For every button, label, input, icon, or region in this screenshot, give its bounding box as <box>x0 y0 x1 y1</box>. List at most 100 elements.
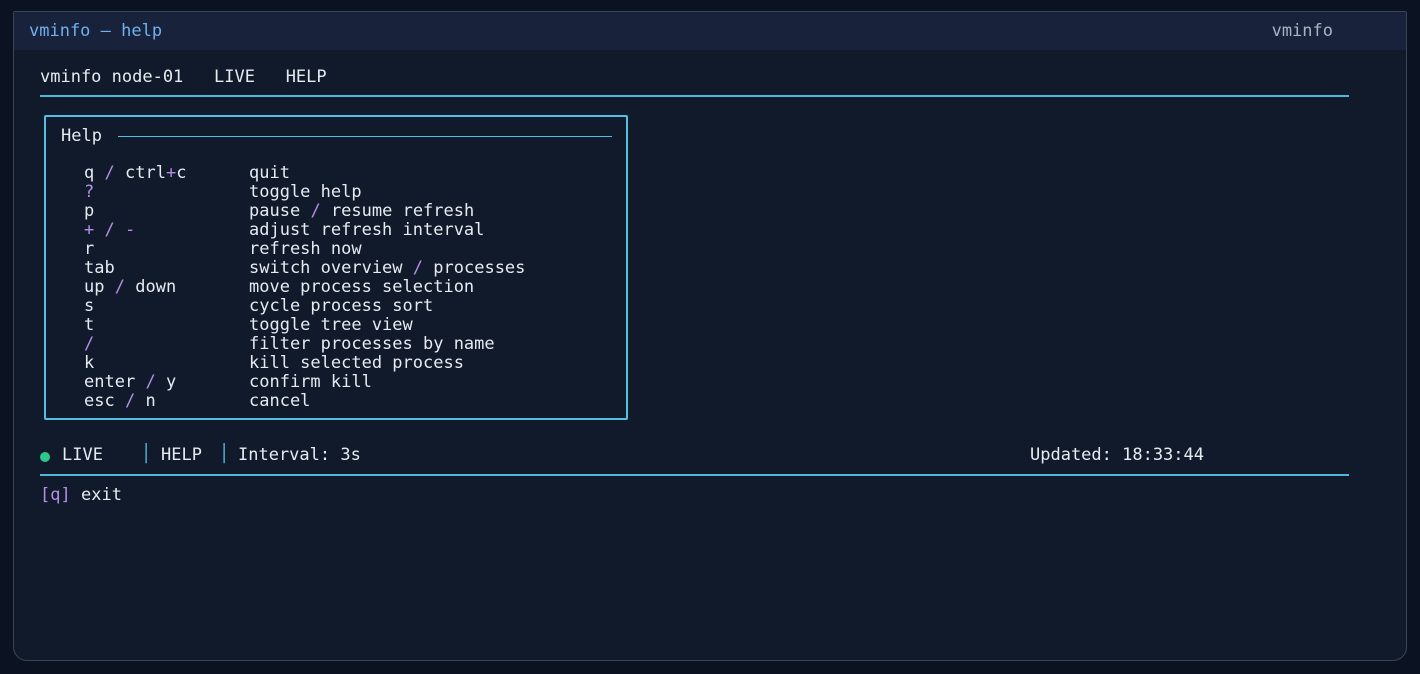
status-updated: Updated: 18:33:44 <box>1030 445 1204 465</box>
help-row: t toggle tree view <box>84 316 525 335</box>
desc-text: refresh now <box>249 239 362 259</box>
key-separator: / <box>104 163 115 183</box>
header-state: LIVE <box>214 67 255 87</box>
help-key: tab <box>84 259 249 278</box>
help-description: cancel <box>249 392 310 411</box>
desc-text: move process selection <box>249 277 475 297</box>
key-token: y <box>165 372 177 392</box>
key-token: r <box>84 239 95 259</box>
key-token: k <box>84 353 95 373</box>
help-row: up / down move process selection <box>84 278 525 297</box>
desc-text: kill selected process <box>249 353 464 373</box>
help-panel: Help q / ctrl+c quit? toggle help p pause / … <box>44 115 628 420</box>
status-divider <box>40 474 1349 476</box>
key-token: enter <box>84 372 136 392</box>
key-token: - <box>125 220 136 240</box>
key-token: ctrl <box>125 163 166 183</box>
help-row: ? toggle help <box>84 183 525 202</box>
key-token: c <box>176 163 187 183</box>
key-token: tab <box>84 258 115 278</box>
help-row: + / - adjust refresh interval <box>84 221 525 240</box>
desc-text: switch overview <box>249 258 403 278</box>
help-description: switch overview / processes <box>249 259 525 278</box>
help-key: k <box>84 354 249 373</box>
footer-label: exit <box>81 485 122 505</box>
help-row: k kill selected process <box>84 354 525 373</box>
key-token: s <box>84 296 95 316</box>
help-key: r <box>84 240 249 259</box>
status-separator: │ <box>141 444 152 464</box>
status-state: LIVE <box>62 445 103 465</box>
desc-text: adjust refresh interval <box>249 220 485 240</box>
desc-text: cancel <box>249 391 311 411</box>
app-name: vminfo <box>1271 21 1333 41</box>
help-key: p <box>84 202 249 221</box>
help-description: adjust refresh interval <box>249 221 484 240</box>
key-token: q <box>84 163 95 183</box>
key-token: p <box>84 201 95 221</box>
help-row: enter / y confirm kill <box>84 373 525 392</box>
status-separator: │ <box>219 444 230 464</box>
help-key: q / ctrl+c <box>84 164 249 183</box>
key-bracket-close: ] <box>60 485 71 505</box>
help-description: quit <box>249 164 290 183</box>
key-token: ? <box>84 182 95 202</box>
key-token: up <box>84 277 105 297</box>
host-label: vminfo node-01 <box>40 67 184 87</box>
status-interval: Interval: 3s <box>238 445 361 465</box>
header-view: HELP <box>285 67 327 87</box>
desc-separator: / <box>310 201 321 221</box>
help-row: p pause / resume refresh <box>84 202 525 221</box>
key-separator: / <box>114 277 125 297</box>
key-token: esc <box>84 391 115 411</box>
title-bar: vminfo — help vminfo <box>14 12 1406 50</box>
help-title-rule <box>118 136 612 137</box>
key-separator: + <box>165 163 177 183</box>
desc-text: toggle tree view <box>249 315 413 335</box>
help-description: move process selection <box>249 278 474 297</box>
help-key: esc / n <box>84 392 249 411</box>
desc-text: filter processes by name <box>249 334 495 354</box>
help-key: t <box>84 316 249 335</box>
help-row: tab switch overview / processes <box>84 259 525 278</box>
header-bar: vminfo node-01 LIVE HELP <box>40 67 327 87</box>
help-list: q / ctrl+c quit? toggle help p pause / resum… <box>84 164 525 411</box>
help-key: + / - <box>84 221 249 240</box>
help-description: filter processes by name <box>249 335 495 354</box>
desc-text: confirm kill <box>249 372 372 392</box>
terminal-window: vminfo — help vminfo vminfo node-01 LIVE… <box>13 11 1407 661</box>
help-row: s cycle process sort <box>84 297 525 316</box>
help-row: / filter processes by name <box>84 335 525 354</box>
help-description: confirm kill <box>249 373 372 392</box>
status-mode: HELP <box>161 445 202 465</box>
desc-text: toggle help <box>249 182 362 202</box>
desc-text: resume refresh <box>330 201 475 221</box>
desc-text: processes <box>433 258 526 278</box>
footer-key: q <box>50 485 61 505</box>
help-key: enter / y <box>84 373 249 392</box>
help-row: q / ctrl+c quit <box>84 164 525 183</box>
help-description: pause / resume refresh <box>249 202 474 221</box>
help-description: toggle tree view <box>249 316 413 335</box>
key-token: / <box>84 334 95 354</box>
help-description: cycle process sort <box>249 297 433 316</box>
key-token: n <box>145 391 156 411</box>
help-description: kill selected process <box>249 354 464 373</box>
window-title: vminfo — help <box>29 21 163 41</box>
live-indicator-dot <box>40 452 50 462</box>
help-description: refresh now <box>249 240 362 259</box>
status-bar: LIVE │ HELP │ Interval: 3s Updated: 18:3… <box>40 444 1349 467</box>
help-key: up / down <box>84 278 249 297</box>
key-separator: + <box>84 220 95 240</box>
key-token: down <box>135 277 177 297</box>
header-divider <box>40 95 1349 97</box>
key-separator: / <box>145 372 156 392</box>
help-title: Help <box>61 126 102 146</box>
desc-text: quit <box>249 163 290 183</box>
help-row: esc / n cancel <box>84 392 525 411</box>
help-key: / <box>84 335 249 354</box>
help-key: ? <box>84 183 249 202</box>
footer-hint[interactable]: [q] exit <box>40 485 122 505</box>
key-separator: / <box>124 391 136 411</box>
desc-text: pause <box>249 201 301 221</box>
